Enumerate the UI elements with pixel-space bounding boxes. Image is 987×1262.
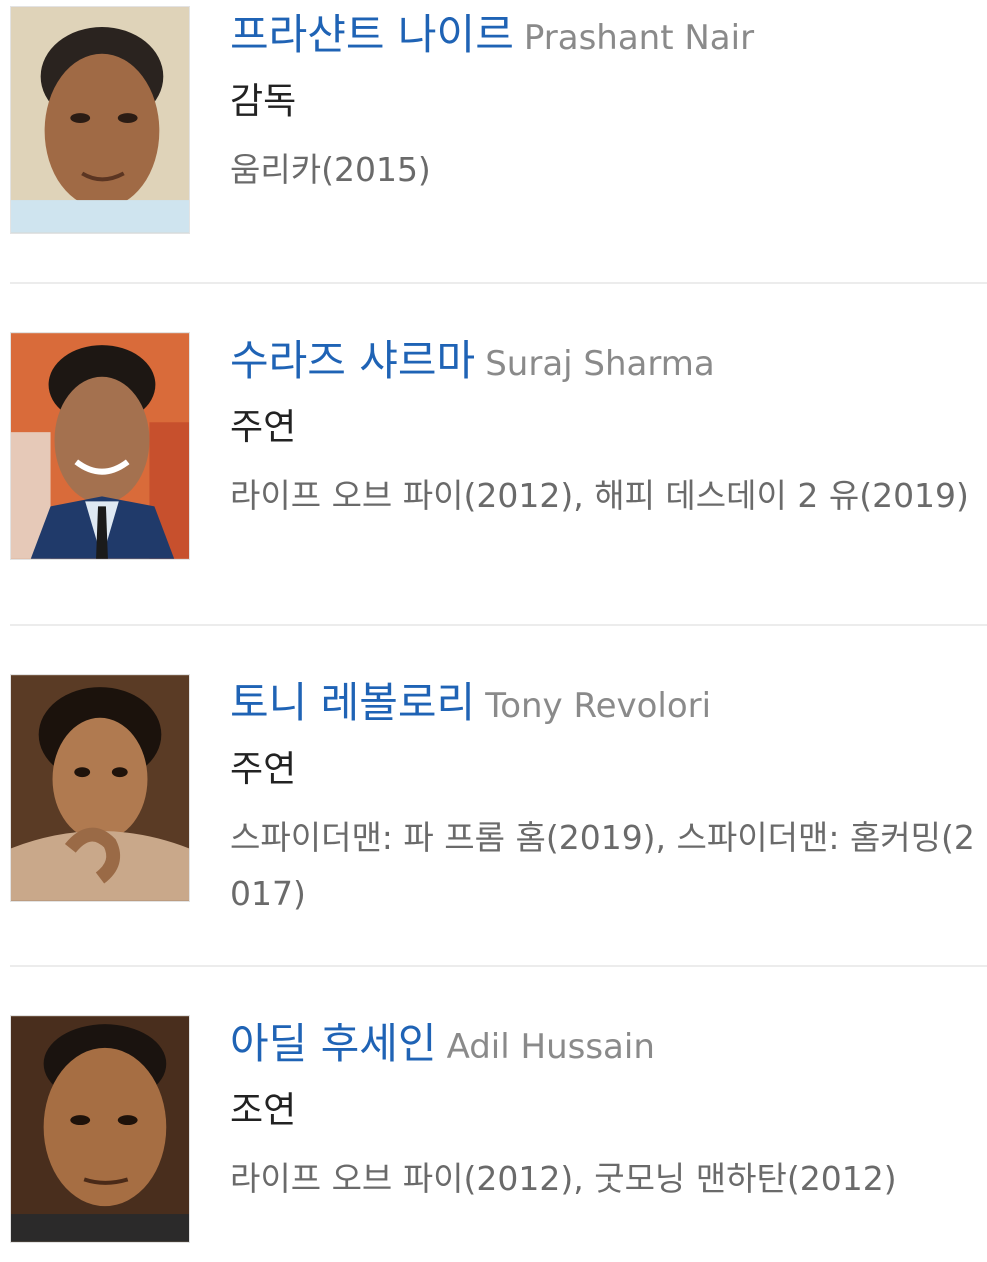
name-line: 토니 레볼로리 Tony Revolori bbox=[230, 674, 987, 732]
person-photo-icon bbox=[11, 1016, 189, 1242]
name-line: 프라샨트 나이르 Prashant Nair bbox=[230, 6, 987, 64]
person-photo[interactable] bbox=[10, 6, 190, 234]
person-role: 감독 bbox=[230, 81, 297, 122]
person-name-en: Suraj Sharma bbox=[485, 344, 715, 384]
person-filmography: 라이프 오브 파이(2012), 해피 데스데이 2 유(2019) bbox=[230, 476, 969, 515]
person-filmography: 스파이더맨: 파 프롬 홈(2019), 스파이더맨: 홈커밍(2017) bbox=[230, 818, 975, 913]
person-photo[interactable] bbox=[10, 1015, 190, 1243]
name-line: 수라즈 샤르마 Suraj Sharma bbox=[230, 332, 987, 390]
person-photo-icon bbox=[11, 675, 189, 901]
person-filmography: 움리카(2015) bbox=[230, 150, 431, 189]
name-line: 아딜 후세인 Adil Hussain bbox=[230, 1015, 987, 1073]
person-photo-icon bbox=[11, 7, 189, 233]
divider bbox=[10, 965, 987, 967]
cast-info: 아딜 후세인 Adil Hussain 조연 라이프 오브 파이(2012), 굿… bbox=[230, 1015, 987, 1207]
person-name-ko-link[interactable]: 토니 레볼로리 bbox=[230, 678, 475, 727]
person-name-en: Adil Hussain bbox=[446, 1027, 655, 1067]
divider bbox=[10, 282, 987, 284]
divider bbox=[10, 624, 987, 626]
person-name-ko-link[interactable]: 아딜 후세인 bbox=[230, 1019, 437, 1068]
person-name-en: Prashant Nair bbox=[523, 18, 755, 58]
person-name-ko-link[interactable]: 수라즈 샤르마 bbox=[230, 336, 475, 385]
person-photo[interactable] bbox=[10, 332, 190, 560]
person-photo-icon bbox=[11, 333, 189, 559]
person-photo[interactable] bbox=[10, 674, 190, 902]
cast-info: 토니 레볼로리 Tony Revolori 주연 스파이더맨: 파 프롬 홈(20… bbox=[230, 674, 987, 922]
person-name-ko-link[interactable]: 프라샨트 나이르 bbox=[230, 10, 514, 59]
person-role: 조연 bbox=[230, 1090, 297, 1131]
cast-info: 프라샨트 나이르 Prashant Nair 감독 움리카(2015) bbox=[230, 6, 987, 198]
person-name-en: Tony Revolori bbox=[485, 686, 712, 726]
person-filmography: 라이프 오브 파이(2012), 굿모닝 맨하탄(2012) bbox=[230, 1159, 897, 1198]
cast-list: 프라샨트 나이르Prashant Nair 감독 움리카(2015) 수라즈 bbox=[0, 0, 987, 1262]
person-role: 주연 bbox=[230, 407, 297, 448]
cast-info: 수라즈 샤르마 Suraj Sharma 주연 라이프 오브 파이(2012), … bbox=[230, 332, 987, 524]
person-role: 주연 bbox=[230, 749, 297, 790]
